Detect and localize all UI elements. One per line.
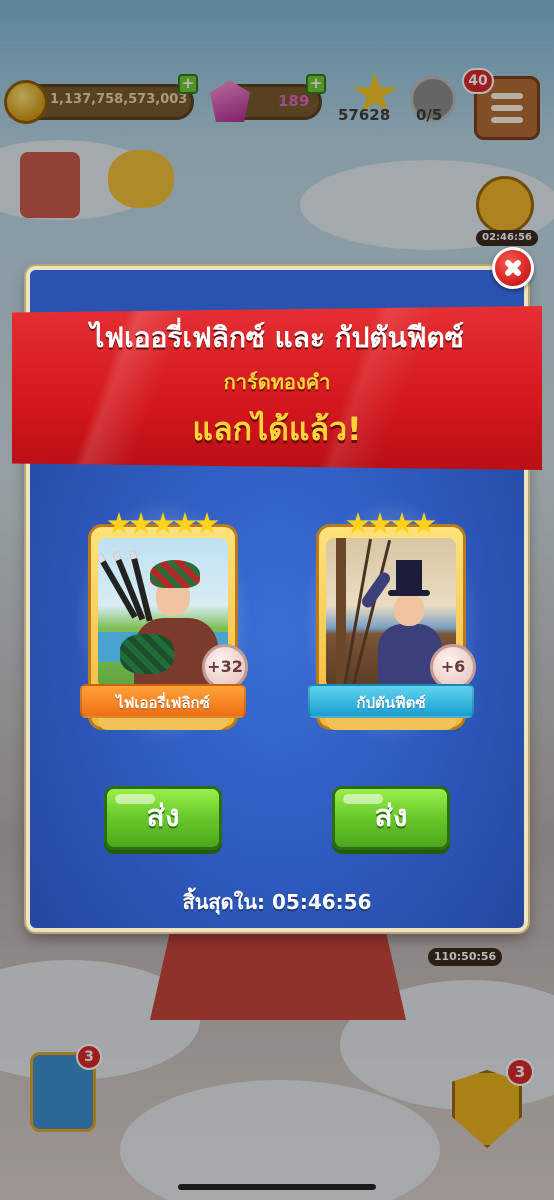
send-card-button[interactable]: ส่ง xyxy=(332,786,450,850)
card-star-rating xyxy=(88,512,238,540)
card-name: กัปตันฟีตซ์ xyxy=(308,684,474,718)
star-icon xyxy=(390,512,414,534)
star-icon xyxy=(346,512,370,534)
star-icon xyxy=(173,512,197,534)
art-top-hat xyxy=(396,560,422,594)
art-face xyxy=(394,594,424,626)
home-indicator[interactable] xyxy=(178,1184,376,1190)
card-name: ไฟเออรี่เฟลิกซ์ xyxy=(80,684,246,718)
popup-subtitle: การ์ดทองคำ xyxy=(223,370,331,394)
star-icon xyxy=(129,512,153,534)
art-hat xyxy=(150,560,200,588)
star-icon xyxy=(195,512,219,534)
send-card-button[interactable]: ส่ง xyxy=(104,786,222,850)
art-mast xyxy=(336,538,346,688)
popup-title: ไฟเออรี่เฟลิกซ์ และ กัปตันฟีตซ์ xyxy=(90,321,464,354)
star-icon xyxy=(368,512,392,534)
star-icon xyxy=(107,512,131,534)
card-fiery-felix[interactable]: +32 ไฟเออรี่เฟลิกซ์ xyxy=(74,498,252,744)
close-button[interactable] xyxy=(492,247,534,289)
expiry-countdown: สิ้นสุดใน: 05:46:56 xyxy=(182,890,372,914)
art-bagpipe xyxy=(120,634,174,674)
card-captain-fitz[interactable]: +6 กัปตันฟีตซ์ xyxy=(302,498,480,744)
popup-headline: แลกได้แล้ว! xyxy=(192,410,362,448)
star-icon xyxy=(151,512,175,534)
art-hat-brim xyxy=(388,590,430,596)
star-icon xyxy=(412,512,436,534)
card-star-rating xyxy=(316,512,466,540)
